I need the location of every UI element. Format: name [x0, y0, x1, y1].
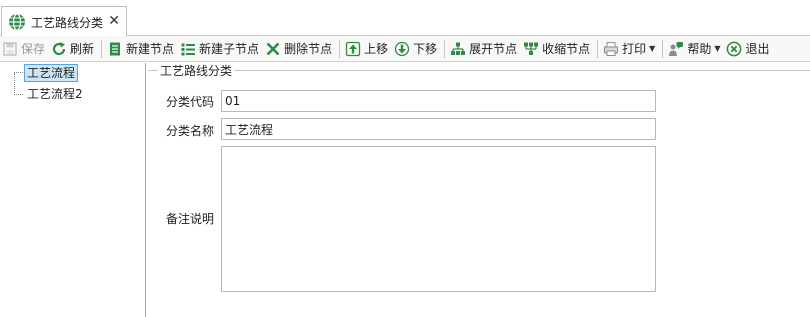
close-icon[interactable]: ✕: [108, 13, 120, 29]
group-title: 工艺路线分类: [158, 62, 235, 79]
exit-circle-x-icon: [727, 41, 742, 56]
tree-connector: [14, 94, 23, 95]
toolbar-separator: [339, 39, 341, 58]
refresh-button[interactable]: 刷新: [49, 38, 96, 60]
new-node-label: 新建节点: [126, 42, 175, 56]
name-field[interactable]: [221, 118, 656, 140]
category-detail-group: 工艺路线分类 分类代码 分类名称 备注说明: [148, 62, 810, 317]
arrow-up-icon: [345, 41, 361, 56]
new-node-button[interactable]: 新建节点: [105, 38, 176, 60]
delete-x-icon: [266, 42, 280, 55]
collapse-nodes-label: 收缩节点: [542, 42, 591, 56]
document-icon: [110, 42, 121, 55]
chevron-down-icon[interactable]: ▼: [714, 44, 720, 53]
save-button[interactable]: 保存: [0, 38, 47, 60]
tab-strip: 工艺路线分类 ✕: [0, 0, 810, 37]
new-child-node-label: 新建子节点: [199, 42, 260, 56]
category-tree[interactable]: 工艺流程 工艺流程2: [3, 63, 146, 317]
chevron-down-icon[interactable]: ▼: [649, 44, 655, 53]
tree-connector: [14, 72, 23, 73]
note-label: 备注说明: [166, 212, 215, 226]
list-icon: [181, 43, 196, 55]
expand-nodes-label: 展开节点: [469, 42, 518, 56]
move-down-label: 下移: [413, 42, 438, 56]
move-up-button[interactable]: 上移: [343, 38, 390, 60]
arrow-down-icon: [394, 41, 410, 56]
exit-label: 退出: [745, 42, 770, 56]
collapse-nodes-button[interactable]: 收缩节点: [521, 38, 592, 60]
expand-nodes-button[interactable]: 展开节点: [448, 38, 519, 60]
save-icon: [3, 41, 17, 56]
help-button[interactable]: 帮助 ▼: [666, 38, 722, 60]
hierarchy-collapse-icon: [524, 42, 539, 55]
print-button[interactable]: 打印 ▼: [601, 38, 657, 60]
tab-title: 工艺路线分类: [31, 15, 104, 30]
tree-connector: [14, 73, 15, 95]
save-label: 保存: [21, 42, 46, 56]
move-up-label: 上移: [364, 42, 389, 56]
help-person-icon: [669, 41, 684, 56]
toolbar-separator: [662, 39, 664, 58]
toolbar-separator: [101, 39, 103, 58]
toolbar-separator: [444, 39, 446, 58]
name-label: 分类名称: [166, 124, 215, 138]
toolbar-separator: [597, 39, 599, 58]
delete-node-label: 删除节点: [284, 42, 333, 56]
tree-node[interactable]: 工艺流程2: [25, 86, 85, 104]
new-child-node-button[interactable]: 新建子节点: [178, 38, 261, 60]
print-label: 打印: [622, 42, 647, 56]
exit-button[interactable]: 退出: [724, 38, 771, 60]
globe-icon: [9, 13, 25, 31]
help-label: 帮助: [687, 42, 712, 56]
printer-icon: [604, 41, 619, 56]
note-textarea[interactable]: [221, 146, 656, 292]
tab-process-route-category[interactable]: 工艺路线分类 ✕: [1, 6, 127, 37]
move-down-button[interactable]: 下移: [392, 38, 439, 60]
tree-node[interactable]: 工艺流程: [24, 64, 79, 82]
delete-node-button[interactable]: 删除节点: [263, 38, 334, 60]
toolbar: 保存 刷新 新建节点 新建子节点 删除节点 上移 下移 展开节点 收缩节点 打印…: [0, 36, 810, 62]
hierarchy-expand-icon: [451, 42, 466, 55]
refresh-label: 刷新: [70, 42, 95, 56]
code-label: 分类代码: [166, 95, 215, 109]
refresh-icon: [52, 41, 66, 55]
code-field[interactable]: [221, 90, 656, 112]
